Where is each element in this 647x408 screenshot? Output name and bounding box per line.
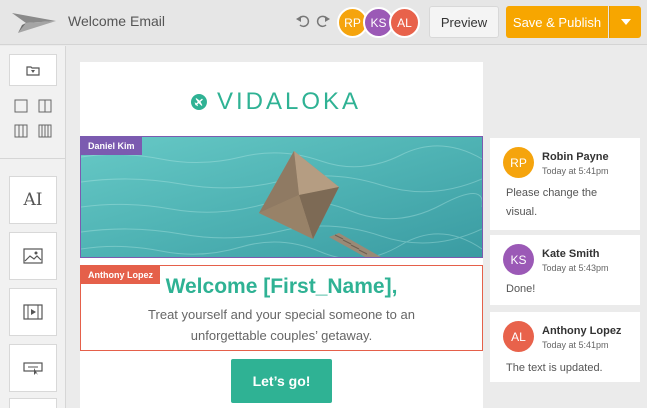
two-column-icon: [38, 99, 52, 113]
comment-author: Anthony Lopez: [542, 325, 622, 337]
document-title: Welcome Email: [68, 13, 165, 29]
layout-one-column[interactable]: [9, 94, 33, 118]
text-block[interactable]: Anthony Lopez Welcome [First_Name], Trea…: [80, 265, 483, 351]
button-tool-icon: [23, 362, 43, 375]
image-block-tool[interactable]: [9, 232, 57, 280]
text-tool-icon: AI: [23, 190, 43, 210]
folder-button[interactable]: [9, 54, 57, 86]
redo-icon[interactable]: [315, 13, 331, 29]
email-heading: Welcome [First_Name],: [165, 275, 398, 298]
comment-card[interactable]: KS Kate Smith Today at 5:43pm Done!: [490, 235, 640, 305]
comment-author: Robin Payne: [542, 151, 609, 163]
comment-text: The text is updated.: [506, 362, 603, 374]
collaborator-avatar-al[interactable]: AL: [389, 7, 420, 38]
brand-logo: VIDALOKA: [191, 82, 361, 122]
video-tool-icon: [23, 304, 43, 320]
comment-card[interactable]: AL Anthony Lopez Today at 5:41pm The tex…: [490, 312, 640, 382]
preview-button[interactable]: Preview: [429, 6, 499, 38]
cta-button[interactable]: Let’s go!: [231, 359, 332, 403]
publish-options-button[interactable]: [609, 6, 641, 38]
block-sidebar: AI: [0, 46, 66, 408]
layout-two-column[interactable]: [33, 94, 57, 118]
top-bar: Welcome Email RP KS AL Preview Save & Pu…: [0, 0, 647, 45]
brand-name: VIDALOKA: [216, 88, 361, 115]
email-body-text: Treat yourself and your special someone …: [148, 307, 415, 343]
layout-three-column[interactable]: [9, 119, 33, 143]
comment-avatar: RP: [503, 147, 534, 178]
more-tools[interactable]: [9, 398, 57, 408]
paper-plane-logo-icon: [12, 13, 56, 33]
button-block-tool[interactable]: [9, 344, 57, 392]
comment-author: Kate Smith: [542, 248, 600, 260]
comment-text: Please change the visual.: [506, 187, 598, 218]
comment-time: Today at 5:43pm: [542, 263, 609, 273]
one-column-icon: [14, 99, 28, 113]
email-canvas: VIDALOKA Daniel Kim Anthony Lopez Welcom…: [80, 62, 483, 408]
save-publish-button[interactable]: Save & Publish: [506, 6, 608, 38]
airplane-logo-icon: [191, 94, 207, 110]
comment-card[interactable]: RP Robin Payne Today at 5:41pm Please ch…: [490, 138, 640, 230]
editor-tag-image: Daniel Kim: [81, 137, 142, 155]
chevron-down-icon: [620, 19, 631, 25]
comment-text: Done!: [506, 283, 536, 295]
sidebar-divider: [0, 158, 66, 159]
image-tool-icon: [23, 248, 43, 264]
comment-avatar: KS: [503, 244, 534, 275]
undo-icon[interactable]: [295, 13, 311, 29]
hero-image: [81, 137, 482, 257]
video-block-tool[interactable]: [9, 288, 57, 336]
folder-icon: [26, 65, 40, 76]
layout-four-column[interactable]: [33, 119, 57, 143]
comment-avatar: AL: [503, 321, 534, 352]
three-column-icon: [14, 124, 28, 138]
comment-time: Today at 5:41pm: [542, 166, 609, 176]
comment-time: Today at 5:41pm: [542, 340, 609, 350]
text-block-tool[interactable]: AI: [9, 176, 57, 224]
hero-image-block[interactable]: Daniel Kim: [80, 136, 483, 258]
comments-panel: RP Robin Payne Today at 5:41pm Please ch…: [490, 138, 640, 408]
four-column-icon: [38, 124, 52, 138]
